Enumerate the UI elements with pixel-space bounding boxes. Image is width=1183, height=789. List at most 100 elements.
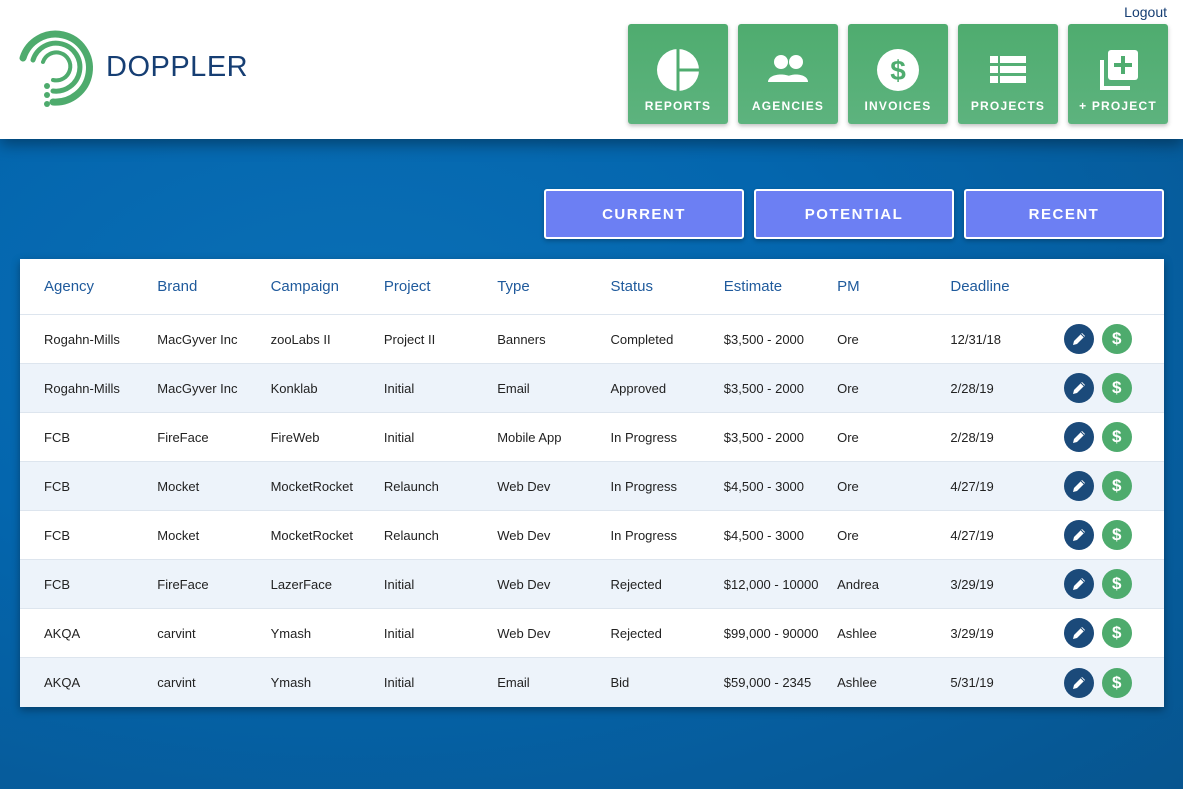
main-nav: REPORTS AGENCIES $ INVOICES PROJECTS + P…: [628, 24, 1168, 124]
nav-add-project-label: + PROJECT: [1079, 99, 1157, 113]
edit-button[interactable]: [1063, 569, 1094, 599]
edit-button[interactable]: [1063, 422, 1094, 452]
cell-agency: FCB: [44, 527, 70, 543]
column-header-agency[interactable]: Agency: [20, 278, 157, 295]
pencil-icon: [1072, 578, 1085, 590]
nav-reports-label: REPORTS: [644, 99, 712, 113]
pencil-icon: [1072, 333, 1085, 345]
table-header: Agency Brand Campaign Project Type Statu…: [20, 259, 1164, 315]
cell-brand: carvint: [157, 625, 196, 641]
table-body: Rogahn-Mills MacGyver Inc zooLabs II Projec…: [20, 315, 1164, 707]
edit-button[interactable]: [1063, 618, 1094, 648]
cell-agency: Rogahn-Mills: [44, 380, 120, 396]
invoice-button[interactable]: $: [1101, 667, 1132, 698]
pencil-icon: [1072, 431, 1085, 443]
svg-text:$: $: [890, 55, 906, 86]
cell-campaign: zooLabs II: [270, 331, 331, 347]
cell-estimate: $99,000 - 90000: [723, 625, 819, 641]
cell-brand: MacGyver Inc: [157, 331, 238, 347]
cell-pm: Ore: [837, 429, 859, 445]
table-row: AKQA carvint Ymash Initial Web Dev Rejected $9…: [20, 609, 1164, 658]
cell-status: Bid: [610, 675, 630, 690]
cell-type: Web Dev: [497, 527, 551, 543]
column-header-campaign[interactable]: Campaign: [271, 278, 384, 295]
cell-status: In Progress: [610, 478, 677, 494]
cell-deadline: 12/31/18: [950, 331, 1001, 347]
cell-project: Initial: [383, 380, 415, 396]
cell-campaign: LazerFace: [270, 576, 333, 592]
cell-brand: Mocket: [157, 478, 200, 494]
edit-button[interactable]: [1063, 324, 1094, 354]
cell-pm: Ore: [837, 478, 859, 494]
cell-agency: FCB: [44, 429, 70, 445]
invoice-button[interactable]: $: [1101, 618, 1132, 648]
cell-type: Banners: [497, 331, 546, 347]
cell-pm: Andrea: [837, 576, 879, 592]
tab-potential[interactable]: POTENTIAL: [754, 189, 954, 239]
row-actions: $: [1063, 422, 1132, 452]
doppler-logo-icon: [19, 30, 93, 107]
add-project-icon: [1100, 50, 1138, 90]
edit-button[interactable]: [1063, 667, 1094, 698]
cell-project: Initial: [383, 625, 415, 641]
cell-brand: Mocket: [157, 527, 200, 543]
pencil-icon: [1072, 529, 1085, 541]
cell-agency: AKQA: [44, 675, 81, 690]
nav-reports-button[interactable]: REPORTS: [628, 24, 728, 124]
column-header-brand[interactable]: Brand: [157, 278, 270, 295]
invoice-button[interactable]: $: [1101, 471, 1132, 501]
cell-campaign: Konklab: [270, 380, 318, 396]
cell-estimate: $3,500 - 2000: [723, 380, 805, 396]
app-header: Logout DOPPLER REPORTS AGENCIES $ INVOIC…: [0, 0, 1183, 139]
nav-invoices-button[interactable]: $ INVOICES: [848, 24, 948, 124]
nav-add-project-button[interactable]: + PROJECT: [1068, 24, 1168, 124]
invoice-button[interactable]: $: [1101, 520, 1132, 550]
pencil-icon: [1072, 480, 1085, 492]
tab-recent[interactable]: RECENT: [964, 189, 1164, 239]
nav-agencies-button[interactable]: AGENCIES: [738, 24, 838, 124]
invoice-button[interactable]: $: [1101, 569, 1132, 599]
cell-campaign: MocketRocket: [270, 478, 353, 494]
column-header-status[interactable]: Status: [610, 278, 723, 295]
cell-deadline: 4/27/19: [950, 478, 994, 494]
invoice-button[interactable]: $: [1101, 422, 1132, 452]
edit-button[interactable]: [1063, 373, 1094, 403]
cell-pm: Ashlee: [837, 625, 877, 641]
column-header-deadline[interactable]: Deadline: [950, 278, 1063, 295]
row-actions: $: [1063, 667, 1132, 698]
cell-status: In Progress: [610, 527, 677, 543]
dollar-icon: $: [1111, 476, 1122, 495]
cell-pm: Ashlee: [837, 675, 877, 690]
dollar-icon: $: [1111, 329, 1122, 348]
table-row: FCB FireFace LazerFace Initial Web Dev Reject…: [20, 560, 1164, 609]
dollar-icon: $: [1111, 574, 1122, 593]
logo[interactable]: DOPPLER: [17, 28, 248, 110]
cell-pm: Ore: [837, 331, 859, 347]
logout-link[interactable]: Logout: [1124, 4, 1167, 20]
cell-project: Initial: [383, 675, 415, 690]
table-row: FCB Mocket MocketRocket Relaunch Web Dev In P…: [20, 462, 1164, 511]
invoice-button[interactable]: $: [1101, 373, 1132, 403]
cell-agency: FCB: [44, 576, 70, 592]
table-row: FCB FireFace FireWeb Initial Mobile App In Pr…: [20, 413, 1164, 462]
row-actions: $: [1063, 618, 1132, 648]
pencil-icon: [1072, 382, 1085, 394]
column-header-project[interactable]: Project: [384, 278, 497, 295]
edit-button[interactable]: [1063, 471, 1094, 501]
nav-projects-button[interactable]: PROJECTS: [958, 24, 1058, 124]
projects-table: Agency Brand Campaign Project Type Statu…: [20, 259, 1164, 707]
cell-brand: MacGyver Inc: [157, 380, 238, 396]
edit-button[interactable]: [1063, 520, 1094, 550]
column-header-pm[interactable]: PM: [837, 278, 950, 295]
cell-deadline: 3/29/19: [950, 625, 994, 641]
column-header-estimate[interactable]: Estimate: [724, 278, 837, 295]
cell-estimate: $3,500 - 2000: [723, 429, 805, 445]
column-header-type[interactable]: Type: [497, 278, 610, 295]
cell-type: Email: [497, 675, 530, 690]
people-icon: [768, 55, 808, 82]
invoice-button[interactable]: $: [1101, 324, 1132, 354]
cell-status: In Progress: [610, 429, 677, 445]
tab-current[interactable]: CURRENT: [544, 189, 744, 239]
cell-estimate: $12,000 - 10000: [723, 576, 819, 592]
cell-campaign: Ymash: [270, 625, 312, 641]
